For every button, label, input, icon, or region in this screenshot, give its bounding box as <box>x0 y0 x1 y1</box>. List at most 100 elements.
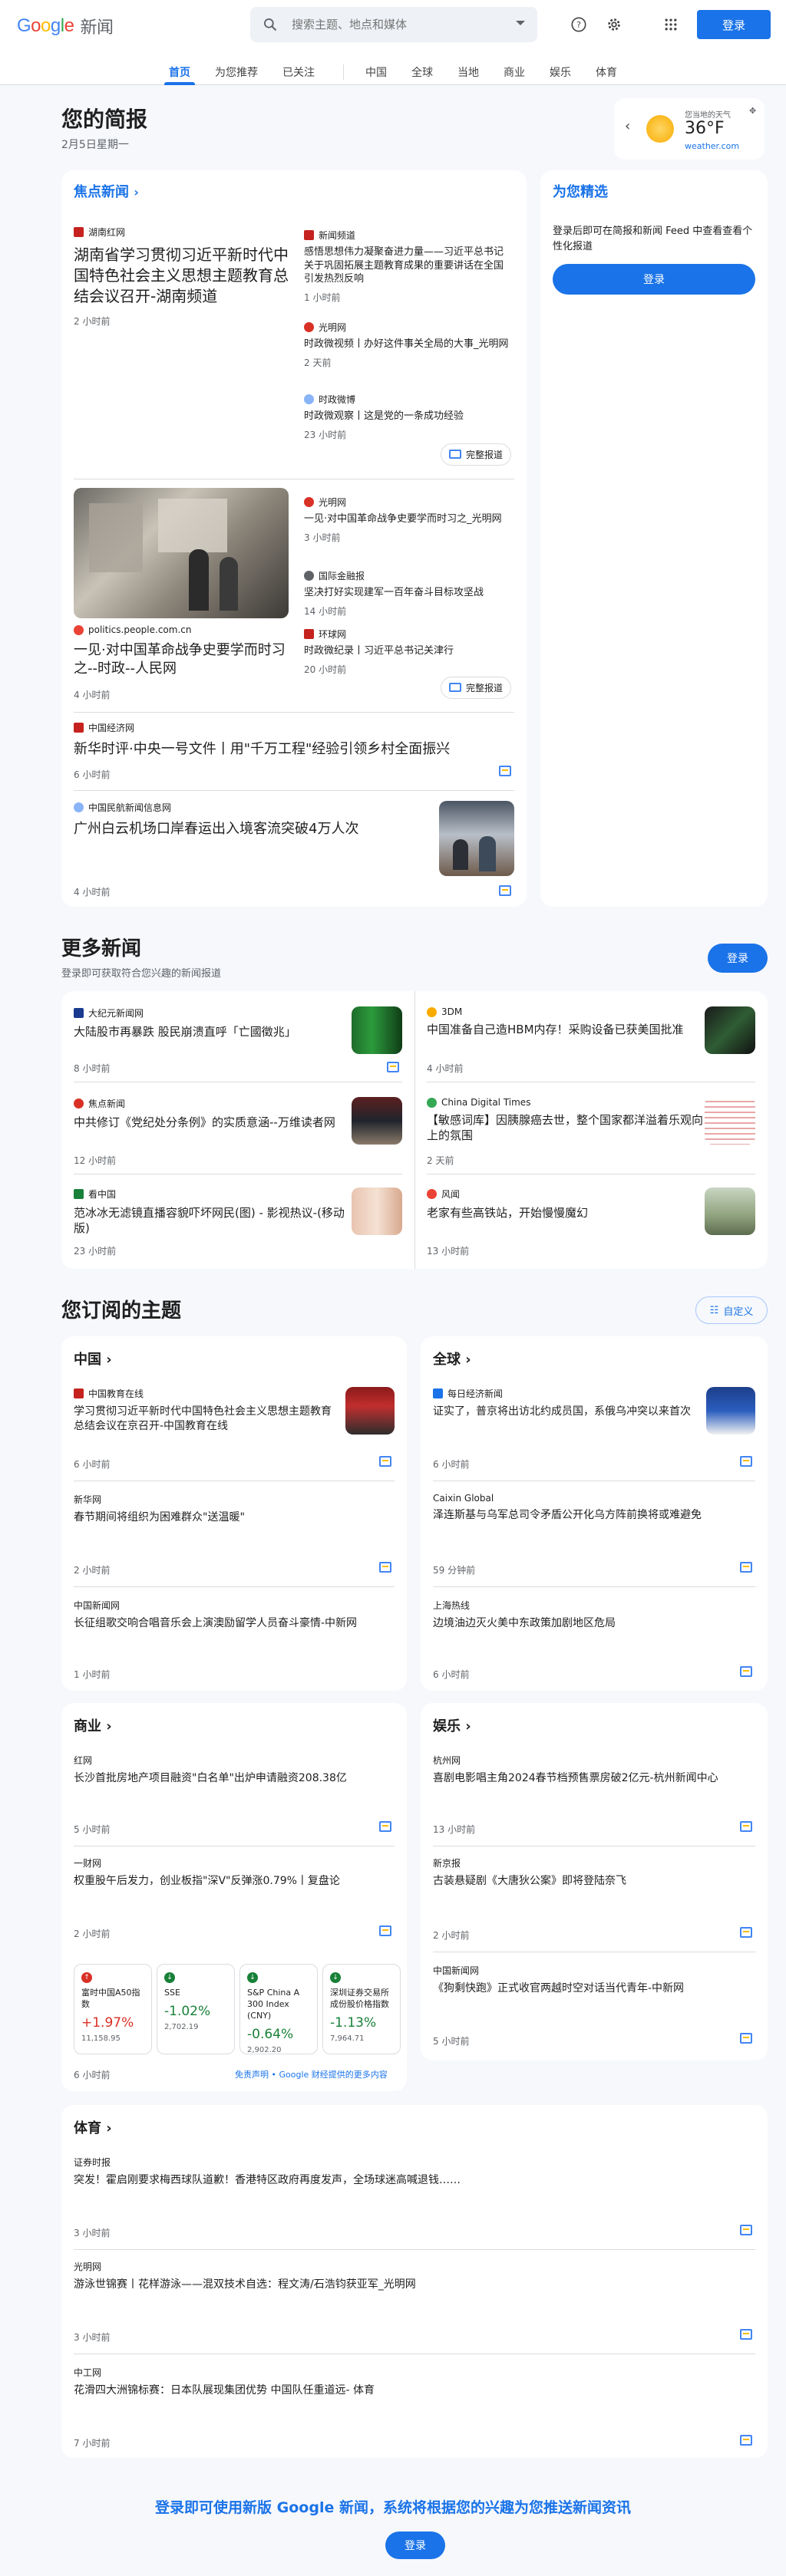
topic-heading[interactable]: 中国 › <box>74 1349 112 1369</box>
cluster2-side-story[interactable]: 环球网 时政微纪录丨习近平总书记关津行 20 小时前 <box>304 628 513 676</box>
market-tile[interactable]: ↓ 深圳证券交易所成份股价格指数 -1.13% 7,964.71 <box>322 1964 401 2054</box>
full-coverage-icon[interactable] <box>499 885 511 896</box>
topic-story[interactable]: 中国新闻网 长征组歌交响合唱音乐会上演澳励留学人员奋斗豪情-中新网 <box>74 1599 381 1631</box>
story-thumbnail[interactable] <box>439 801 514 876</box>
cluster2-side-story[interactable]: 光明网 一见·对中国革命战争史要学而时习之_光明网 3 小时前 <box>304 496 513 544</box>
story-headline[interactable]: 古装悬疑剧《大唐狄公案》即将登陆奈飞 <box>433 1874 748 1889</box>
story-headline[interactable]: 坚决打好实现建军一百年奋斗目标攻坚战 <box>304 586 513 600</box>
settings-gear-icon[interactable] <box>605 15 623 34</box>
full-coverage-icon[interactable] <box>379 1821 391 1832</box>
story-headline[interactable]: 花滑四大洲锦标赛：日本队展现集团优势 中国队任重道远- 体育 <box>74 2383 734 2398</box>
story-headline[interactable]: 湖南省学习贯彻习近平新时代中国特色社会主义思想主题教育总结会议召开-湖南频道 <box>74 245 289 307</box>
customize-button[interactable]: ☷ 自定义 <box>695 1296 768 1324</box>
tab-home[interactable]: 首页 <box>169 64 190 80</box>
weather-settings-icon[interactable]: ✥ <box>749 106 756 116</box>
market-tile[interactable]: ↓ SSE -1.02% 2,702.19 <box>157 1964 235 2054</box>
story-headline[interactable]: 游泳世锦赛丨花样游泳——混双技术自选：程文涛/石浩钧获亚军_光明网 <box>74 2278 734 2292</box>
cluster1-main-story[interactable]: 湖南红网 湖南省学习贯彻习近平新时代中国特色社会主义思想主题教育总结会议召开-湖… <box>74 226 289 328</box>
full-coverage-icon[interactable] <box>740 1562 752 1573</box>
story-headline[interactable]: 证实了，普京将出访北约成员国，系俄乌冲突以来首次 <box>433 1405 694 1419</box>
story-thumbnail[interactable] <box>352 1188 402 1235</box>
full-coverage-icon[interactable] <box>740 2329 752 2340</box>
full-coverage-icon[interactable] <box>740 1666 752 1677</box>
signin-button[interactable]: 登录 <box>697 10 771 39</box>
full-coverage-icon[interactable] <box>740 2033 752 2044</box>
story-thumbnail[interactable] <box>705 1006 755 1054</box>
picks-signin-button[interactable]: 登录 <box>553 264 755 295</box>
top-stories-heading[interactable]: 焦点新闻 › <box>74 181 139 201</box>
story-headline[interactable]: 范冰冰无滤镜直播容貌吓坏网民(图) - 影视热议-(移动版) <box>74 1205 350 1237</box>
cluster1-side-story[interactable]: 新闻频道 感悟思想伟力凝聚奋进力量——习近平总书记关于巩固拓展主题教育成果的重要… <box>304 229 513 304</box>
story-headline[interactable]: 感悟思想伟力凝聚奋进力量——习近平总书记关于巩固拓展主题教育成果的重要讲话在全国… <box>304 245 513 286</box>
search-dropdown-icon[interactable] <box>516 21 525 25</box>
story-thumbnail[interactable] <box>705 1097 755 1145</box>
story-headline[interactable]: 一见·对中国革命战争史要学而时习之--时政--人民网 <box>74 641 289 679</box>
full-coverage-icon[interactable] <box>379 1925 391 1936</box>
google-news-logo[interactable]: Google 新闻 <box>17 14 114 38</box>
story-headline[interactable]: 学习贯彻习近平新时代中国特色社会主义思想主题教育总结会议在京召开-中国教育在线 <box>74 1405 335 1434</box>
more-news-item[interactable]: 看中国 范冰冰无滤镜直播容貌吓坏网民(图) - 影视热议-(移动版) <box>74 1188 350 1237</box>
tab-local[interactable]: 当地 <box>457 64 479 80</box>
story-headline[interactable]: 长沙首批房地产项目融资"白名单"出炉申请融资208.38亿 <box>74 1771 396 1786</box>
story-headline[interactable]: 【敏感词库】因胰腺癌去世，整个国家都洋溢着乐观向上的氛围 <box>427 1112 703 1144</box>
tab-world[interactable]: 全球 <box>411 64 433 80</box>
story-headline[interactable]: 突发！霍启刚要求梅西球队道歉！香港特区政府再度发声，全场球迷高喊退钱…… <box>74 2173 734 2188</box>
tab-for-you[interactable]: 为您推荐 <box>215 64 258 80</box>
more-news-item[interactable]: 风闻 老家有些高铁站，开始慢慢魔幻 <box>427 1188 703 1220</box>
single-story[interactable]: 中国经济网 新华时评·中央一号文件丨用"千万工程"经验引领乡村全面振兴 6 小时… <box>74 721 504 781</box>
weather-widget[interactable]: ‹ 您当地的天气 36°F weather.com ✥ <box>614 98 765 160</box>
story-thumbnail[interactable] <box>705 1188 755 1235</box>
topic-heading[interactable]: 全球 › <box>433 1349 471 1369</box>
market-tile[interactable]: ↑ 富时中国A50指数 +1.97% 11,158.95 <box>74 1964 152 2054</box>
weather-source-link[interactable]: weather.com <box>685 141 739 151</box>
story-headline[interactable]: 春节期间将组织为困难群众"送温暖" <box>74 1510 381 1525</box>
story-headline[interactable]: 时政微视频丨办好这件事关全局的大事_光明网 <box>304 338 513 351</box>
topic-story[interactable]: 红网 长沙首批房地产项目融资"白名单"出炉申请融资208.38亿 <box>74 1754 396 1786</box>
single-story[interactable]: 中国民航新闻信息网 广州白云机场口岸春运出入境客流突破4万人次 <box>74 801 434 838</box>
topic-heading[interactable]: 商业 › <box>74 1715 112 1735</box>
cluster1-side-story[interactable]: 时政微博 时政微观察丨这是党的一条成功经验 23 小时前 <box>304 393 513 441</box>
full-coverage-icon[interactable] <box>387 1062 399 1072</box>
story-thumbnail[interactable] <box>352 1097 402 1145</box>
more-news-item[interactable]: 焦点新闻 中共修订《党纪处分条例》的实质意涵--万维读者网 <box>74 1097 350 1130</box>
story-headline[interactable]: 《狗剩快跑》正式收官两越时空对话当代青年-中新网 <box>433 1981 748 1996</box>
market-tile[interactable]: ↓ S&P China A 300 Index (CNY) -0.64% 2,9… <box>239 1964 318 2054</box>
full-coverage-icon[interactable] <box>740 2435 752 2446</box>
more-news-item[interactable]: 3DM 中国准备自己造HBM内存！采购设备已获美国批准 <box>427 1006 703 1037</box>
weather-prev-icon[interactable]: ‹ <box>625 118 630 134</box>
topic-story[interactable]: 新京报 古装悬疑剧《大唐狄公案》即将登陆奈飞 <box>433 1856 748 1889</box>
apps-grid-icon[interactable] <box>662 15 680 34</box>
story-headline[interactable]: 大陆股市再暴跌 股民崩溃直呼「亡國徵兆」 <box>74 1024 350 1039</box>
tab-sports[interactable]: 体育 <box>596 64 617 80</box>
full-coverage-icon[interactable] <box>379 1456 391 1467</box>
story-thumbnail[interactable] <box>345 1387 395 1435</box>
story-headline[interactable]: 中国准备自己造HBM内存！采购设备已获美国批准 <box>427 1022 703 1037</box>
topic-story[interactable]: 新华网 春节期间将组织为困难群众"送温暖" <box>74 1493 381 1525</box>
story-headline[interactable]: 泽连斯基与乌军总司令矛盾公开化乌方阵前换将或难避免 <box>433 1508 740 1523</box>
full-coverage-icon[interactable] <box>740 1927 752 1938</box>
topic-story[interactable]: 每日经济新闻 证实了，普京将出访北约成员国，系俄乌冲突以来首次 <box>433 1387 694 1419</box>
full-coverage-icon[interactable] <box>740 1821 752 1832</box>
search-icon[interactable] <box>263 17 278 32</box>
story-headline[interactable]: 一见·对中国革命战争史要学而时习之_光明网 <box>304 512 513 526</box>
story-headline[interactable]: 广州白云机场口岸春运出入境客流突破4万人次 <box>74 820 434 838</box>
more-news-item[interactable]: China Digital Times 【敏感词库】因胰腺癌去世，整个国家都洋溢… <box>427 1097 703 1144</box>
topic-heading[interactable]: 娱乐 › <box>433 1715 471 1735</box>
help-icon[interactable]: ? <box>570 15 588 34</box>
search-input[interactable] <box>292 18 507 31</box>
topic-story[interactable]: 中国教育在线 学习贯彻习近平新时代中国特色社会主义思想主题教育总结会议在京召开-… <box>74 1387 335 1434</box>
topic-story[interactable]: 光明网 游泳世锦赛丨花样游泳——混双技术自选：程文涛/石浩钧获亚军_光明网 <box>74 2260 734 2292</box>
story-thumbnail[interactable] <box>706 1387 755 1435</box>
full-coverage-button[interactable]: 完整报道 <box>441 677 512 699</box>
topic-story[interactable]: 上海热线 边境油边灭火美中东政策加剧地区危局 <box>433 1599 740 1631</box>
search-box[interactable] <box>250 7 537 42</box>
story-headline[interactable]: 中共修订《党纪处分条例》的实质意涵--万维读者网 <box>74 1115 350 1130</box>
topic-story[interactable]: 一财网 权重股午后发力，创业板指"深V"反弹涨0.79%丨复盘论 <box>74 1856 381 1889</box>
story-headline[interactable]: 喜剧电影唱主角2024春节档预售票房破2亿元-杭州新闻中心 <box>433 1771 748 1786</box>
full-coverage-icon[interactable] <box>499 766 511 776</box>
tab-business[interactable]: 商业 <box>504 64 525 80</box>
full-coverage-icon[interactable] <box>740 1456 752 1467</box>
story-thumbnail[interactable] <box>352 1006 402 1054</box>
story-headline[interactable]: 权重股午后发力，创业板指"深V"反弹涨0.79%丨复盘论 <box>74 1874 381 1889</box>
story-headline[interactable]: 老家有些高铁站，开始慢慢魔幻 <box>427 1205 703 1220</box>
